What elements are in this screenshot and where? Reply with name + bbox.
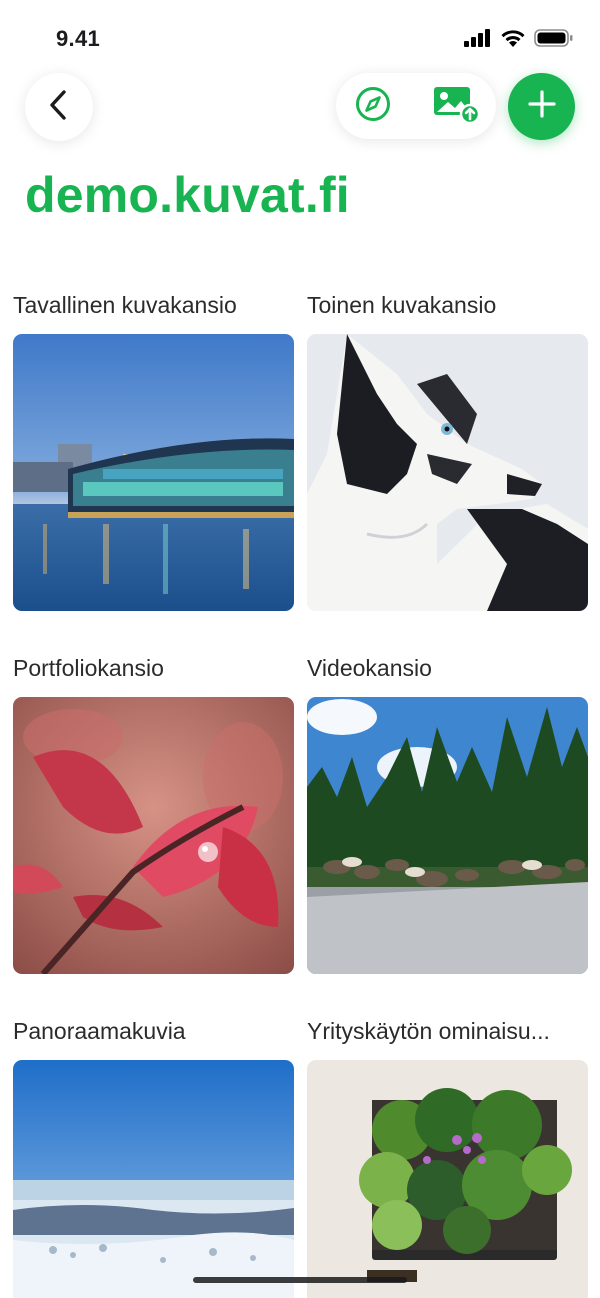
album-title: Toinen kuvakansio bbox=[307, 292, 497, 318]
cellular-signal-icon bbox=[464, 29, 492, 47]
album-thumbnail[interactable] bbox=[307, 1060, 588, 1298]
chevron-left-icon bbox=[47, 89, 71, 126]
action-pill bbox=[336, 73, 496, 139]
site-title: demo.kuvat.fi bbox=[25, 167, 350, 223]
album-card[interactable]: Tavallinen kuvakansio bbox=[13, 290, 294, 611]
album-card[interactable]: Videokansio bbox=[307, 653, 588, 974]
compass-icon bbox=[354, 85, 392, 128]
album-title: Panoraamakuvia bbox=[13, 1018, 186, 1044]
album-thumbnail[interactable] bbox=[307, 697, 588, 974]
album-thumbnail[interactable] bbox=[13, 1060, 294, 1298]
upload-image-button[interactable] bbox=[424, 73, 490, 139]
battery-icon bbox=[534, 28, 574, 48]
album-title: Portfoliokansio bbox=[13, 655, 164, 681]
wifi-icon bbox=[500, 29, 526, 48]
status-bar: 9.41 bbox=[0, 0, 600, 72]
plus-icon bbox=[527, 89, 557, 124]
album-thumbnail[interactable] bbox=[307, 334, 588, 611]
album-card[interactable]: Portfoliokansio bbox=[13, 653, 294, 974]
album-thumbnail[interactable] bbox=[13, 334, 294, 611]
album-title: Yrityskäytön ominaisu... bbox=[307, 1018, 550, 1044]
album-title: Videokansio bbox=[307, 655, 432, 681]
status-icons bbox=[464, 28, 574, 48]
home-indicator bbox=[193, 1277, 407, 1283]
album-title: Tavallinen kuvakansio bbox=[13, 292, 237, 318]
image-upload-icon bbox=[432, 83, 482, 130]
album-thumbnail[interactable] bbox=[13, 697, 294, 974]
album-card[interactable]: Toinen kuvakansio bbox=[307, 290, 588, 611]
add-button[interactable] bbox=[508, 73, 575, 140]
album-card[interactable]: Yrityskäytön ominaisu... bbox=[307, 1016, 588, 1298]
album-card[interactable]: Panoraamakuvia bbox=[13, 1016, 294, 1298]
explore-button[interactable] bbox=[340, 73, 406, 139]
back-button[interactable] bbox=[25, 73, 93, 141]
status-time: 9.41 bbox=[56, 26, 101, 51]
